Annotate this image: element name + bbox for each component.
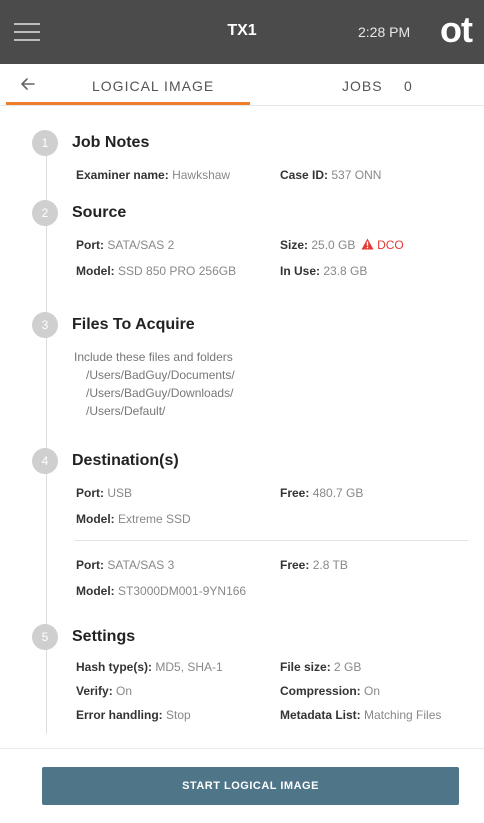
- active-tab-indicator: [6, 102, 250, 105]
- destination-port-field: Port: SATA/SAS 3: [76, 558, 174, 572]
- files-intro: Include these files and folders: [74, 350, 233, 364]
- destination-model-field: Model: Extreme SSD: [76, 512, 191, 526]
- destination-free-field: Free: 2.8 TB: [280, 558, 348, 572]
- field-value: Matching Files: [364, 708, 442, 722]
- field-value: Extreme SSD: [118, 512, 191, 526]
- field-label: Free:: [280, 486, 310, 500]
- clock: 2:28 PM: [358, 24, 411, 40]
- destination-port-field: Port: USB: [76, 486, 132, 500]
- field-label: Error handling:: [76, 708, 163, 722]
- destination-divider: [74, 540, 468, 541]
- section-title: Files To Acquire: [72, 316, 195, 333]
- file-size-field: File size: 2 GB: [280, 660, 361, 674]
- destination-free-field: Free: 480.7 GB: [280, 486, 363, 500]
- section-title: Job Notes: [72, 134, 150, 151]
- step-number: 5: [32, 624, 58, 650]
- destination-model-field: Model: ST3000DM001-9YN166: [76, 584, 246, 598]
- field-label: In Use:: [280, 264, 321, 278]
- tab-logical-image[interactable]: LOGICAL IMAGE: [54, 64, 252, 106]
- dco-warning-label: DCO: [377, 238, 404, 252]
- step-number: 3: [32, 312, 58, 338]
- field-value: SATA/SAS 3: [107, 558, 175, 572]
- field-label: Case ID:: [280, 168, 329, 182]
- field-label: Verify:: [76, 684, 113, 698]
- field-value: 23.8 GB: [323, 264, 368, 278]
- warning-icon: [361, 238, 374, 250]
- field-value: ST3000DM001-9YN166: [118, 584, 247, 598]
- verify-field: Verify: On: [76, 684, 132, 698]
- field-value: MD5, SHA-1: [155, 660, 223, 674]
- jobs-count-badge: 0: [404, 78, 412, 94]
- source-port-field: Port: SATA/SAS 2: [76, 238, 174, 252]
- step-number: 2: [32, 200, 58, 226]
- tab-logical-image-label: LOGICAL IMAGE: [92, 78, 215, 94]
- field-label: Size:: [280, 238, 309, 252]
- compression-field: Compression: On: [280, 684, 380, 698]
- field-label: File size:: [280, 660, 331, 674]
- case-id-field: Case ID: 537 ONN: [280, 168, 381, 182]
- field-value: 537 ONN: [331, 168, 382, 182]
- file-path-item: /Users/Default/: [86, 404, 166, 418]
- tab-jobs[interactable]: JOBS: [342, 78, 383, 94]
- field-label: Free:: [280, 558, 310, 572]
- step-number: 4: [32, 448, 58, 474]
- job-summary-content[interactable]: 1 Job Notes Examiner name: Hawkshaw Case…: [22, 112, 482, 748]
- field-label: Port:: [76, 238, 104, 252]
- section-title: Destination(s): [72, 452, 179, 469]
- field-value: Hawkshaw: [172, 168, 231, 182]
- footer-divider: [0, 748, 484, 749]
- field-label: Model:: [76, 584, 115, 598]
- field-label: Model:: [76, 512, 115, 526]
- field-label: Examiner name:: [76, 168, 169, 182]
- hash-type-field: Hash type(s): MD5, SHA-1: [76, 660, 223, 674]
- examiner-name-field: Examiner name: Hawkshaw: [76, 168, 230, 182]
- field-value: 2.8 TB: [312, 558, 348, 572]
- field-value: 2 GB: [334, 660, 362, 674]
- metadata-list-field: Metadata List: Matching Files: [280, 708, 441, 722]
- tab-bar: LOGICAL IMAGE JOBS 0: [0, 64, 484, 106]
- field-label: Model:: [76, 264, 115, 278]
- back-arrow-icon[interactable]: [18, 74, 38, 94]
- error-handling-field: Error handling: Stop: [76, 708, 191, 722]
- device-title: TX1: [227, 22, 257, 39]
- section-title: Source: [72, 204, 127, 221]
- file-path-item: /Users/BadGuy/Downloads/: [86, 386, 234, 400]
- file-path-item: /Users/BadGuy/Documents/: [86, 368, 235, 382]
- source-size-field: Size: 25.0 GB DCO: [280, 238, 404, 252]
- brand-logo: ot: [440, 9, 473, 50]
- field-label: Port:: [76, 558, 104, 572]
- field-value: SATA/SAS 2: [107, 238, 175, 252]
- field-label: Compression:: [280, 684, 361, 698]
- field-label: Port:: [76, 486, 104, 500]
- field-value: 480.7 GB: [312, 486, 364, 500]
- start-logical-image-button[interactable]: START LOGICAL IMAGE: [42, 767, 459, 805]
- top-bar: TX1 2:28 PM ot: [0, 0, 484, 64]
- field-value: On: [364, 684, 381, 698]
- source-model-field: Model: SSD 850 PRO 256GB: [76, 264, 236, 278]
- field-value: On: [116, 684, 133, 698]
- field-value: SSD 850 PRO 256GB: [118, 264, 237, 278]
- section-title: Settings: [72, 628, 136, 645]
- step-number: 1: [32, 130, 58, 156]
- field-value: Stop: [166, 708, 191, 722]
- field-label: Metadata List:: [280, 708, 361, 722]
- field-value: 25.0 GB: [311, 238, 356, 252]
- field-label: Hash type(s):: [76, 660, 153, 674]
- source-in-use-field: In Use: 23.8 GB: [280, 264, 367, 278]
- field-value: USB: [107, 486, 133, 500]
